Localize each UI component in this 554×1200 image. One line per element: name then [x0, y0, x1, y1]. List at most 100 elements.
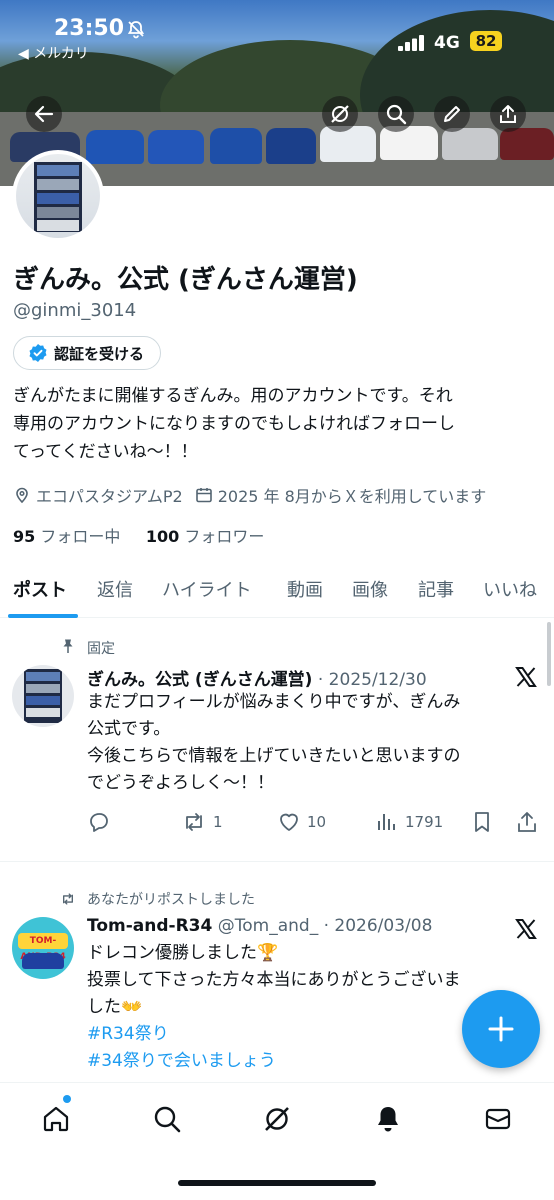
grok-icon [265, 1107, 289, 1131]
bell-muted-icon [127, 21, 145, 39]
tab-highlights[interactable]: ハイライト [162, 576, 252, 602]
status-back-app[interactable]: ◀ メルカリ [18, 43, 89, 63]
verified-badge-icon [29, 344, 47, 362]
bookmark-icon [475, 812, 489, 832]
tab-likes[interactable]: いいね [483, 576, 537, 602]
search-button[interactable] [378, 96, 414, 132]
nav-notifications[interactable] [370, 1101, 406, 1137]
x-logo-icon [515, 667, 537, 687]
reposted-label: あなたがリポストしました [87, 892, 255, 908]
following-label: フォロー中 [40, 527, 121, 546]
profile-avatar[interactable] [12, 150, 104, 242]
avatar-car [22, 953, 64, 969]
battery-indicator: 82 [470, 31, 502, 51]
bell-icon [378, 1107, 398, 1132]
back-button[interactable] [26, 96, 62, 132]
like-button[interactable]: 10 [277, 810, 326, 834]
home-indicator [178, 1180, 376, 1186]
tweet-author-name[interactable]: Tom-and-R34 [87, 916, 212, 936]
location-text: エコパスタジアムP2 [36, 487, 183, 506]
pinned-label: 固定 [87, 641, 115, 657]
search-icon [154, 1106, 181, 1133]
share-button[interactable] [490, 96, 526, 132]
banner-car [442, 128, 498, 160]
nav-grok[interactable] [259, 1101, 295, 1137]
profile-bio: ぎんがたまに開催するぎんみ。用のアカウントです。それ 専用のアカウントになります… [13, 382, 543, 466]
tab-posts[interactable]: ポスト [13, 576, 67, 602]
tweet-body: まだプロフィールが悩みまくり中ですが、ぎんみ 公式です。 今後こちらで情報を上げ… [87, 689, 537, 797]
nav-search[interactable] [149, 1101, 185, 1137]
profile-handle: @ginmi_3014 [13, 300, 137, 321]
profile-joined: 2025 年 8月からＸを利用しています [195, 483, 487, 507]
tweet-header: Tom-and-R34 @Tom_and_ · 2026/03/08 [87, 916, 432, 936]
tweet-actions: 1 10 1791 [87, 810, 542, 836]
status-bar: 23:50 ◀ メルカリ 4G 82 [0, 0, 554, 63]
bio-line: ぎんがたまに開催するぎんみ。用のアカウントです。それ [13, 386, 453, 406]
views-button[interactable]: 1791 [375, 810, 443, 834]
profile-display-name: ぎんみ。公式 (ぎんさん運営) [13, 265, 358, 295]
banner-car [148, 130, 204, 164]
tweet-author-name[interactable]: ぎんみ。公式 (ぎんさん運営) [87, 670, 312, 690]
followers-count: 100 [145, 527, 180, 546]
avatar-collage [34, 162, 82, 232]
bio-line: てってくださいね〜！！ [13, 442, 198, 462]
reply-icon [90, 813, 108, 832]
status-time: 23:50 [54, 16, 125, 41]
grok-icon [331, 105, 349, 123]
arrow-left-icon [34, 105, 54, 123]
nav-messages[interactable] [480, 1101, 516, 1137]
home-icon [43, 1106, 69, 1132]
repost-icon [186, 813, 202, 831]
avatar-badge: TOM-AND-R34 [18, 933, 68, 962]
calendar-icon [195, 488, 212, 503]
banner-car [210, 128, 262, 164]
get-verified-button[interactable]: 認証を受ける [13, 336, 162, 370]
followers-link[interactable]: 100 フォロワー [146, 527, 265, 546]
active-tab-indicator [8, 614, 78, 618]
joined-text: 2025 年 8月からＸを利用しています [217, 487, 487, 506]
signal-icon [398, 35, 424, 51]
views-count: 1791 [405, 813, 444, 831]
tweet-header: ぎんみ。公式 (ぎんさん運営) · 2025/12/30 [87, 665, 427, 690]
bio-line: 専用のアカウントになりますのでもしよければフォローし [13, 414, 455, 434]
banner-car [266, 128, 316, 164]
repost-icon [63, 893, 73, 905]
banner-car [86, 130, 144, 164]
tweet-author-avatar[interactable]: TOM-AND-R34 [12, 917, 74, 979]
profile-location: エコパスタジアムP2 [13, 483, 183, 507]
tweet-author-avatar[interactable] [12, 665, 74, 727]
like-count: 10 [307, 813, 327, 831]
banner-car [320, 126, 376, 162]
nav-home[interactable] [38, 1101, 74, 1137]
followers-label: フォロワー [184, 527, 265, 546]
x-logo-icon [515, 919, 537, 939]
plus-icon [488, 1016, 514, 1042]
grok-button[interactable] [322, 96, 358, 132]
profile-meta: エコパスタジアムP2 2025 年 8月からＸを利用しています [13, 482, 554, 508]
tweet-line: でどうぞよろしく〜！！ [87, 773, 274, 793]
tweet-share-button[interactable] [515, 810, 539, 834]
repost-count: 1 [213, 813, 223, 831]
share-icon [518, 812, 536, 832]
tab-images[interactable]: 画像 [352, 576, 388, 602]
pin-icon [63, 639, 73, 653]
edit-button[interactable] [434, 96, 470, 132]
compose-post-button[interactable] [462, 990, 540, 1068]
repost-button[interactable]: 1 [181, 810, 223, 834]
following-link[interactable]: 95 フォロー中 [13, 527, 120, 546]
tab-articles[interactable]: 記事 [418, 576, 454, 602]
search-icon [386, 104, 407, 125]
tweet-line: 投票して下さった方々本当にありがとうございま [87, 970, 461, 990]
tab-replies[interactable]: 返信 [97, 576, 133, 602]
tweet-line: ドレコン優勝しました🏆 [87, 943, 279, 963]
banner-car [500, 128, 554, 160]
follow-stats: 95 フォロー中 100 フォロワー [13, 523, 264, 547]
share-icon [500, 105, 516, 123]
reply-button[interactable] [87, 810, 117, 834]
tab-videos[interactable]: 動画 [287, 576, 323, 602]
tweet-pinned[interactable]: 固定 ぎんみ。公式 (ぎんさん運営) · 2025/12/30 まだプロフィール… [0, 619, 554, 861]
bookmark-button[interactable] [471, 810, 493, 834]
get-verified-label: 認証を受ける [54, 344, 145, 363]
avatar-image [16, 154, 100, 238]
tweet-line: 今後こちらで情報を上げていきたいと思いますの [87, 746, 461, 766]
